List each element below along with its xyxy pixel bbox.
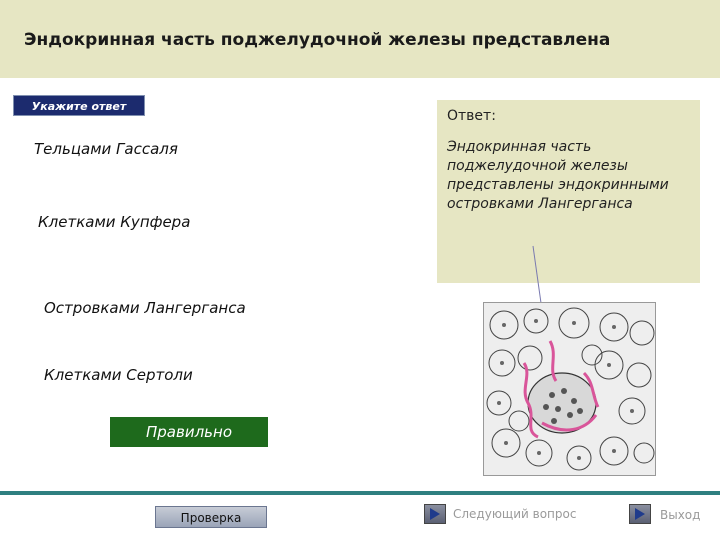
- check-button[interactable]: Проверка: [155, 506, 267, 528]
- answer-panel: Ответ: Эндокринная часть поджелудочной ж…: [437, 100, 700, 283]
- pancreas-micrograph: [483, 302, 656, 476]
- play-arrow-icon[interactable]: [424, 504, 446, 524]
- exit-link[interactable]: Выход: [660, 508, 700, 522]
- option-sertoli-cells[interactable]: Клетками Сертоли: [44, 366, 193, 384]
- arrow-glyph: [635, 508, 645, 520]
- footer-divider: [0, 491, 720, 495]
- option-langerhans-islets[interactable]: Островками Лангерганса: [44, 299, 246, 317]
- micrograph-drawing: [484, 303, 655, 475]
- answer-heading: Ответ:: [447, 108, 496, 124]
- question-title: Эндокринная часть поджелудочной железы п…: [24, 30, 611, 50]
- option-kupffer-cells[interactable]: Клетками Купфера: [38, 213, 190, 231]
- answer-text: Эндокринная часть поджелудочной железы п…: [447, 139, 669, 212]
- next-question-link[interactable]: Следующий вопрос: [453, 507, 576, 521]
- header-bar: Эндокринная часть поджелудочной железы п…: [0, 0, 720, 78]
- result-correct-badge: Правильно: [110, 417, 268, 447]
- arrow-glyph: [430, 508, 440, 520]
- play-arrow-icon[interactable]: [629, 504, 651, 524]
- option-hassall-corpuscles[interactable]: Тельцами Гассаля: [34, 140, 178, 158]
- prompt-badge: Укажите ответ: [13, 95, 145, 116]
